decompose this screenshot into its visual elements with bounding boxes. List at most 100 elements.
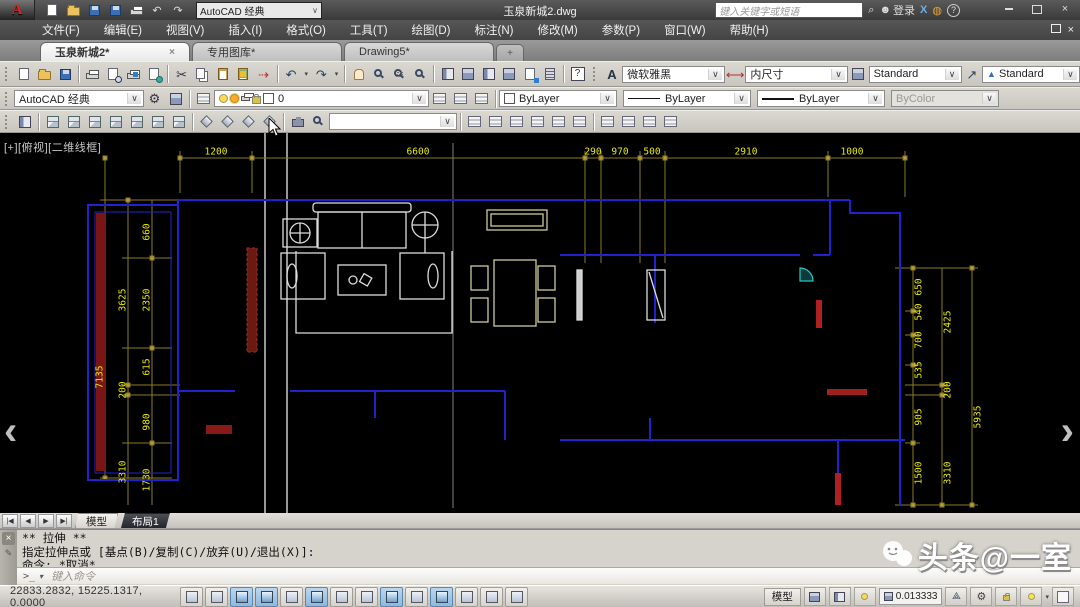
command-close-button[interactable]: × [2,532,15,545]
color-combo[interactable]: ByLayer∨ [499,90,617,107]
open-button[interactable] [64,2,82,18]
next-layout-button[interactable]: ▶ [38,514,54,528]
menu-item-3[interactable]: 插入(I) [216,20,274,40]
publish-button[interactable] [123,64,144,84]
menu-item-0[interactable]: 文件(F) [30,20,92,40]
menu-item-9[interactable]: 参数(P) [590,20,652,40]
layer-match-button[interactable] [485,112,506,132]
sheet-set-manager-button[interactable] [499,64,520,84]
minimize-button[interactable] [998,2,1020,16]
lineweight-combo[interactable]: ByLayer∨ [757,90,885,107]
close-button[interactable]: × [1054,2,1076,16]
menu-item-8[interactable]: 修改(M) [525,20,589,40]
file-tab-2[interactable]: Drawing5* [344,42,494,61]
open-toolbar-button[interactable] [34,64,55,84]
layer-isolate-button[interactable] [471,89,492,109]
redo-button[interactable]: ↷ [169,2,187,18]
menu-item-1[interactable]: 编辑(E) [92,20,154,40]
redo-dropdown[interactable]: ▾ [332,64,342,84]
application-menu-button[interactable]: A [0,0,35,20]
workspace-save-button[interactable] [165,89,186,109]
view-back-button[interactable] [147,112,168,132]
status-toggle-dynamic-ucs[interactable] [380,587,403,607]
layer-walk-button[interactable] [548,112,569,132]
layer-on-bulb-icon[interactable] [219,94,228,103]
help-toolbar-button[interactable]: ? [567,64,588,84]
layer-plot-icon[interactable] [241,96,250,101]
menu-item-11[interactable]: 帮助(H) [718,20,781,40]
status-toggle-grid-display[interactable] [230,587,253,607]
layer-thaw-sun-icon[interactable] [230,94,239,103]
copy-to-new-layer-button[interactable] [527,112,548,132]
view-left-button[interactable] [84,112,105,132]
saveas-button[interactable] [106,2,124,18]
file-tab-1[interactable]: 专用图库* [192,42,342,61]
view-bottom-button[interactable] [63,112,84,132]
table-style-combo[interactable]: Standard∨ [869,66,962,83]
zoom-window-button[interactable] [389,64,410,84]
layer-states-button[interactable] [429,89,450,109]
tool-palettes-button[interactable] [478,64,499,84]
layout1-tab[interactable]: 布局1 [121,513,170,528]
status-toggle-object-snap-tracking[interactable] [355,587,378,607]
properties-palette-button[interactable] [437,64,458,84]
status-toggle-dynamic-input[interactable] [405,587,428,607]
plot-button[interactable] [127,2,145,18]
status-toggle-3d-object-snap[interactable] [330,587,353,607]
layer-lock-icon[interactable] [252,96,261,104]
new-drawing-tab-button[interactable]: + [496,44,524,61]
quick-view-drawings-button[interactable] [829,587,851,606]
undo-toolbar-button[interactable]: ↶ [281,64,302,84]
model-space-button[interactable]: 模型 [764,588,801,606]
view-right-button[interactable] [105,112,126,132]
layer-viewport-freeze-button[interactable] [569,112,590,132]
menu-item-10[interactable]: 窗口(W) [652,20,718,40]
pan-button[interactable] [348,64,369,84]
exchange-apps-button[interactable]: X [920,4,927,16]
doc-restore-button[interactable] [1051,24,1061,36]
view-se-iso-button[interactable] [217,112,238,132]
view-top-button[interactable] [42,112,63,132]
communication-center-button[interactable]: ◍ [932,4,942,17]
change-to-current-layer-button[interactable] [506,112,527,132]
layer-properties-manager-button[interactable] [193,89,214,109]
doc-close-button[interactable]: × [1068,24,1074,36]
toolbar-grip[interactable] [593,67,598,81]
copy-button[interactable] [192,64,213,84]
undo-button[interactable]: ↶ [148,2,166,18]
plot-toolbar-button[interactable] [82,64,103,84]
quickcalc-button[interactable] [540,64,561,84]
save-toolbar-button[interactable] [55,64,76,84]
toolbar-grip[interactable] [5,92,10,106]
menu-item-4[interactable]: 格式(O) [274,20,338,40]
viewport-controls-label[interactable]: [+][俯视][二维线框] [4,139,101,155]
make-object-layer-current-button[interactable] [464,112,485,132]
mleader-style-button[interactable]: ↗ [962,64,983,84]
coordinates-readout[interactable]: 22833.2832, 15225.1317, 0.0000 [10,585,178,607]
workspace-selector[interactable]: AutoCAD 经典 ∨ [196,2,322,19]
annotation-autoscale-button[interactable]: ⟁ [945,587,967,606]
layer-off-button[interactable] [618,112,639,132]
first-layout-button[interactable]: |◀ [2,514,18,528]
text-style-button[interactable]: A [602,64,623,84]
view-ne-iso-button[interactable] [238,112,259,132]
camera-button[interactable] [287,112,308,132]
prev-layout-button[interactable]: ◀ [20,514,36,528]
qnew-button[interactable] [43,2,61,18]
carousel-next-arrow[interactable]: › [1061,411,1074,451]
designcenter-button[interactable] [458,64,479,84]
linetype-combo[interactable]: ByLayer∨ [623,90,751,107]
layer-unlock-button[interactable] [660,112,681,132]
qnew-toolbar-button[interactable] [14,64,35,84]
help-button[interactable]: ? [947,4,960,17]
workspace-settings-button[interactable]: ⚙ [144,89,165,109]
clean-screen-button[interactable] [1052,587,1074,606]
status-toggle-snap-mode[interactable] [205,587,228,607]
plot-preview-button[interactable] [103,64,124,84]
file-tab-0[interactable]: 玉泉新城2*× [40,42,190,61]
toolbar-grip[interactable] [5,115,10,129]
text-style-combo[interactable]: 微软雅黑∨ [622,66,725,83]
zoom-realtime-button[interactable] [369,64,390,84]
status-toggle-selection-cycling[interactable] [505,587,528,607]
named-view-combo[interactable]: ∨ [329,113,457,130]
